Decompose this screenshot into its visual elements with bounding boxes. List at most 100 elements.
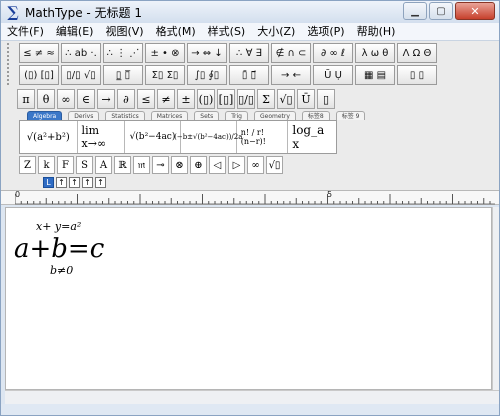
menu-view[interactable]: 视图(V) — [99, 23, 149, 41]
tab-geometry[interactable]: Geometry — [253, 111, 296, 120]
symbol-sqrt-button[interactable]: √▯ — [266, 156, 283, 174]
status-bar — [1, 404, 499, 415]
embellishments-palette-button[interactable]: ∴ ⋮ ⋰ — [103, 43, 143, 63]
relations-palette-button[interactable]: ≤ ≠ ≈ — [19, 43, 59, 63]
window-controls: ▁ ▢ ✕ — [403, 2, 495, 20]
tab-8[interactable]: 标签8 — [301, 111, 330, 120]
integral-template-button[interactable]: ∫▯ ∮▯ — [187, 65, 227, 85]
limit-template[interactable]: lim x→∞ — [78, 121, 126, 153]
overbar-button[interactable]: Ū — [297, 89, 315, 109]
symbol-infinity-button[interactable]: ∞ — [247, 156, 264, 174]
mathtype-window: ∑ MathType - 无标题 1 ▁ ▢ ✕ 文件(F) 编辑(E) 视图(… — [0, 0, 500, 416]
right-arrow-button[interactable]: → — [97, 89, 115, 109]
discriminant-template[interactable]: √(b²−4ac) — [125, 121, 181, 153]
partial-button[interactable]: ∂ — [117, 89, 135, 109]
fraction-button[interactable]: ▯/▯ — [237, 89, 255, 109]
equation-editor-canvas[interactable]: x+ y=a² a+b=c b≠0 — [5, 207, 492, 390]
maximize-icon[interactable]: ▢ — [429, 2, 453, 20]
matrix-template-button[interactable]: ▦ ▤ — [355, 65, 395, 85]
products-template-button[interactable]: Ū Ụ — [313, 65, 353, 85]
sets-palette-button[interactable]: ∉ ∩ ⊂ — [271, 43, 311, 63]
sum-button[interactable]: Σ — [257, 89, 275, 109]
ruler-label-0: 0 — [15, 190, 21, 199]
theta-button[interactable]: θ — [37, 89, 55, 109]
sqrt-button[interactable]: √▯ — [277, 89, 295, 109]
operators-palette-button[interactable]: ± • ⊗ — [145, 43, 185, 63]
summation-template-button[interactable]: Σ▯ Σ▯ — [145, 65, 185, 85]
formula-overscript: x+ y=a² — [36, 220, 82, 233]
parentheses-button[interactable]: (▯) — [197, 89, 215, 109]
tab-trig[interactable]: Trig — [225, 111, 248, 120]
misc-palette-button[interactable]: ∂ ∞ ℓ — [313, 43, 353, 63]
ruler[interactable]: 0 5 — [1, 190, 499, 205]
symbol-a-button[interactable]: A — [95, 156, 112, 174]
algebra-template-panel: √(a²+b²) lim x→∞ √(b²−4ac) (−b±√(b²−4ac)… — [19, 120, 337, 154]
ruler-ticks — [15, 194, 495, 205]
menu-file[interactable]: 文件(F) — [1, 23, 50, 41]
template-palette-row-2: (▯) [▯] ▯/▯ √▯ ▯̲ ▯̅ Σ▯ Σ▯ ∫▯ ∮▯ ▯̄ ▯⃗ →… — [19, 65, 439, 85]
tab-9[interactable]: 标签 9 — [335, 111, 366, 120]
sigma-icon: ∑ — [7, 3, 19, 21]
box-template-button[interactable]: ▯ ▯ — [397, 65, 437, 85]
logarithm-template[interactable]: log_a x — [288, 121, 336, 153]
horizontal-scrollbar[interactable] — [5, 390, 499, 404]
symbol-multimap-button[interactable]: ⊸ — [152, 156, 169, 174]
plus-minus-button[interactable]: ± — [177, 89, 195, 109]
less-equal-button[interactable]: ≤ — [137, 89, 155, 109]
symbol-reals-button[interactable]: ℝ — [114, 156, 131, 174]
tab-derivs[interactable]: Derivs — [68, 111, 100, 120]
center-tab-stop-icon[interactable]: ↑ — [56, 177, 67, 188]
bar-template-button[interactable]: ▯̄ ▯⃗ — [229, 65, 269, 85]
symbol-otimes-button[interactable]: ⊗ — [171, 156, 188, 174]
symbol-f-button[interactable]: F — [57, 156, 74, 174]
subscript-template-button[interactable]: ▯̲ ▯̅ — [103, 65, 143, 85]
menu-edit[interactable]: 编辑(E) — [50, 23, 100, 41]
relational-tab-stop-icon[interactable]: ↑ — [82, 177, 93, 188]
symbol-right-triangle-button[interactable]: ▷ — [228, 156, 245, 174]
decimal-tab-stop-icon[interactable]: ↑ — [95, 177, 106, 188]
menu-options[interactable]: 选项(P) — [301, 23, 350, 41]
symbol-k-button[interactable]: k — [38, 156, 55, 174]
greek-upper-palette-button[interactable]: Λ Ω Θ — [397, 43, 437, 63]
combination-template[interactable]: n! / r!(n−r)! — [237, 121, 289, 153]
minimize-icon[interactable]: ▁ — [403, 2, 427, 20]
ruler-label-5: 5 — [327, 190, 333, 199]
symbol-s-button[interactable]: S — [76, 156, 93, 174]
fence-template-button[interactable]: (▯) [▯] — [19, 65, 59, 85]
logic-palette-button[interactable]: ∴ ∀ ∃ — [229, 43, 269, 63]
spaces-palette-button[interactable]: ∴ ab ·. — [61, 43, 101, 63]
close-icon[interactable]: ✕ — [455, 2, 495, 20]
infinity-button[interactable]: ∞ — [57, 89, 75, 109]
symbol-oplus-button[interactable]: ⊕ — [190, 156, 207, 174]
not-equal-button[interactable]: ≠ — [157, 89, 175, 109]
labeled-arrow-template-button[interactable]: → ← — [271, 65, 311, 85]
pi-button[interactable]: π — [17, 89, 35, 109]
symbol-left-triangle-button[interactable]: ◁ — [209, 156, 226, 174]
symbol-palette-row-1: ≤ ≠ ≈ ∴ ab ·. ∴ ⋮ ⋰ ± • ⊗ → ⇔ ↓ ∴ ∀ ∃ ∉ … — [19, 43, 439, 63]
greek-lower-palette-button[interactable]: λ ω θ — [355, 43, 395, 63]
quadratic-formula-template[interactable]: (−b±√(b²−4ac))/2a — [174, 121, 242, 153]
toolbar-grip[interactable] — [7, 43, 13, 85]
tab-statistics[interactable]: Statistics — [105, 111, 145, 120]
menu-style[interactable]: 样式(S) — [202, 23, 252, 41]
menu-help[interactable]: 帮助(H) — [351, 23, 402, 41]
fraction-radical-template-button[interactable]: ▯/▯ √▯ — [61, 65, 101, 85]
brackets-button[interactable]: [▯] — [217, 89, 235, 109]
tab-matrices[interactable]: Matrices — [150, 111, 189, 120]
symbol-frak-m-button[interactable]: 𝔪 — [133, 156, 150, 174]
menu-size[interactable]: 大小(Z) — [251, 23, 301, 41]
box-button[interactable]: ▯ — [317, 89, 335, 109]
arrows-palette-button[interactable]: → ⇔ ↓ — [187, 43, 227, 63]
window-title: MathType - 无标题 1 — [25, 5, 142, 20]
left-tab-stop-icon[interactable]: L — [43, 177, 54, 188]
formula-underscript: b≠0 — [50, 264, 74, 277]
menu-format[interactable]: 格式(M) — [150, 23, 202, 41]
tab-algebra[interactable]: Algebra — [27, 111, 63, 120]
tab-sets[interactable]: Sets — [194, 111, 220, 120]
element-of-button[interactable]: ∈ — [77, 89, 95, 109]
symbol-z-button[interactable]: Z — [19, 156, 36, 174]
right-tab-stop-icon[interactable]: ↑ — [69, 177, 80, 188]
pythagoras-template[interactable]: √(a²+b²) — [20, 121, 78, 153]
vertical-scrollbar[interactable] — [492, 207, 499, 390]
toolbar-area: ≤ ≠ ≈ ∴ ab ·. ∴ ⋮ ⋰ ± • ⊗ → ⇔ ↓ ∴ ∀ ∃ ∉ … — [1, 41, 499, 191]
